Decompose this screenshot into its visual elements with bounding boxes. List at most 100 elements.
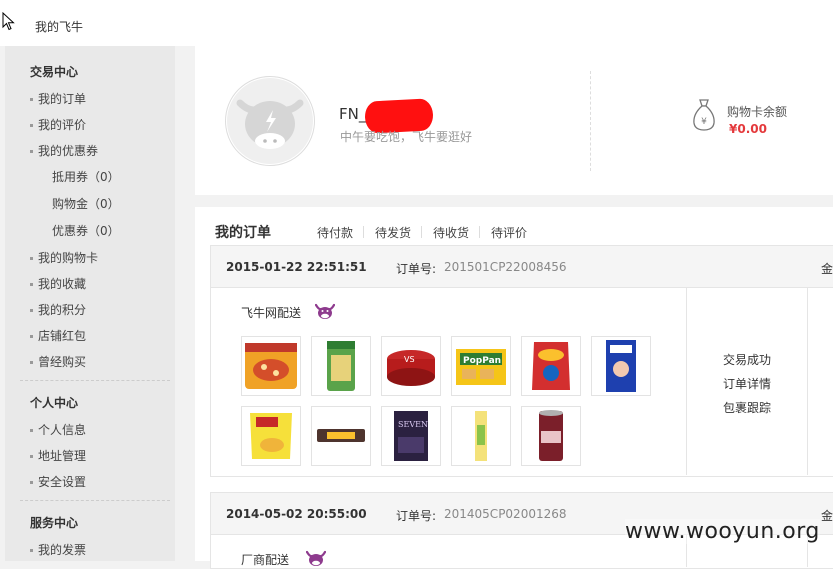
food-package-image: [606, 340, 636, 392]
chocolate-bar-image: [317, 429, 365, 442]
top-bar: 我的飞牛: [0, 0, 833, 46]
svg-text:PopPan: PopPan: [463, 356, 501, 366]
tab-pending-payment[interactable]: 待付款: [317, 224, 353, 241]
sidebar-item-store-redpacket[interactable]: 店铺红包: [30, 327, 86, 344]
svg-text:VS: VS: [404, 355, 415, 364]
ice-pop-image: [475, 411, 487, 461]
profile-divider: [590, 71, 591, 171]
bullet-icon: [30, 335, 33, 338]
product-thumbnail[interactable]: [311, 336, 371, 396]
sidebar-item-security[interactable]: 安全设置: [30, 473, 86, 490]
sidebar-item-favorites[interactable]: 我的收藏: [30, 275, 86, 292]
product-thumbnail[interactable]: PopPan: [451, 336, 511, 396]
sidebar-item-my-coupons[interactable]: 我的优惠券: [30, 142, 98, 159]
tab-pending-receipt[interactable]: 待收货: [433, 224, 469, 241]
sidebar-item-my-reviews[interactable]: 我的评价: [30, 116, 86, 133]
bullet-icon: [30, 283, 33, 286]
product-thumbnail[interactable]: SEVEN: [381, 406, 441, 466]
watermark: www.wooyun.org: [625, 519, 820, 544]
tab-pending-shipment[interactable]: 待发货: [375, 224, 411, 241]
product-thumbnail[interactable]: [521, 336, 581, 396]
cow-avatar-icon: [227, 78, 313, 164]
order-amount-label: 金: [821, 262, 833, 276]
sidebar-item-shopping-card[interactable]: 我的购物卡: [30, 249, 98, 266]
product-thumbnail[interactable]: [521, 406, 581, 466]
sidebar-item-address[interactable]: 地址管理: [30, 447, 86, 464]
product-thumbnail[interactable]: [311, 406, 371, 466]
orders-title: 我的订单: [215, 225, 271, 241]
sidebar-item-purchased[interactable]: 曾经购买: [30, 353, 86, 370]
order-date: 2015-01-22 22:51:51: [226, 260, 367, 274]
sidebar-item-personal-info[interactable]: 个人信息: [30, 421, 86, 438]
sidebar-divider: [20, 500, 170, 501]
potato-chips-image: [250, 413, 292, 459]
orders-panel: 我的订单 待付款 待发货 待收货 待评价 2015-01-22 22:51:51…: [195, 207, 833, 569]
canned-drink-image: [539, 410, 563, 461]
sidebar-title-personal: 个人中心: [30, 396, 79, 410]
instant-noodles-image: [245, 343, 297, 389]
bullet-icon: [30, 309, 33, 312]
sidebar-item-points[interactable]: 我的积分: [30, 301, 86, 318]
bullet-icon: [30, 361, 33, 364]
tab-divider: [479, 226, 480, 238]
bullet-icon: [30, 257, 33, 260]
bullet-icon: [30, 429, 33, 432]
product-thumbnail[interactable]: [241, 336, 301, 396]
sidebar-title-trade: 交易中心: [30, 65, 79, 79]
mouse-cursor-icon: [2, 12, 15, 31]
tab-pending-review[interactable]: 待评价: [491, 224, 527, 241]
sidebar-item-my-orders[interactable]: 我的订单: [30, 90, 86, 107]
user-motto: 中午要吃饱，飞牛要逛好: [340, 130, 473, 144]
column-divider: [807, 287, 808, 475]
dark-chocolate-image: SEVEN: [394, 411, 428, 461]
sidebar-title-service: 服务中心: [30, 516, 79, 530]
package-tracking-link[interactable]: 包裹跟踪: [723, 399, 771, 416]
order-detail-link[interactable]: 订单详情: [723, 375, 771, 392]
cow-logo-icon: [315, 303, 335, 319]
order-number: 201405CP02001268: [444, 507, 567, 521]
breadcrumb[interactable]: 我的飞牛: [35, 18, 83, 35]
order-number-label: 订单号:: [396, 262, 437, 276]
bullet-icon: [30, 455, 33, 458]
shopping-card-balance-value: ¥0.00: [729, 122, 767, 136]
chips-bag-image: [532, 342, 570, 390]
svg-text:¥: ¥: [701, 117, 707, 127]
svg-text:SEVEN: SEVEN: [398, 420, 428, 429]
product-thumbnail[interactable]: [451, 406, 511, 466]
sidebar-subitem-shopping-gold[interactable]: 购物金（0）: [52, 195, 120, 212]
tab-divider: [363, 226, 364, 238]
order-number-label: 订单号:: [396, 509, 437, 523]
shipping-method: 飞牛网配送: [241, 306, 302, 320]
shopping-card-balance-label: 购物卡余额: [727, 105, 788, 119]
bullet-icon: [30, 150, 33, 153]
order-header: 2015-01-22 22:51:51 订单号: 201501CP2200845…: [211, 246, 833, 288]
cracker-box-image: PopPan: [456, 349, 506, 385]
bullet-icon: [30, 549, 33, 552]
mooncake-box-image: VS: [387, 350, 435, 386]
sidebar-subitem-coupon[interactable]: 优惠券（0）: [52, 222, 120, 239]
order-date: 2014-05-02 20:55:00: [226, 507, 367, 521]
product-thumbnail[interactable]: [241, 406, 301, 466]
product-thumbnail[interactable]: [591, 336, 651, 396]
sidebar-divider: [20, 380, 170, 381]
cow-logo-icon: [306, 550, 326, 566]
product-thumbnail[interactable]: VS: [381, 336, 441, 396]
order-status: 交易成功: [723, 353, 772, 367]
money-bag-icon: ¥: [693, 99, 715, 131]
shipping-method: 厂商配送: [241, 553, 290, 567]
avatar[interactable]: [225, 76, 315, 166]
order-card: 2015-01-22 22:51:51 订单号: 201501CP2200845…: [210, 245, 833, 477]
tab-divider: [421, 226, 422, 238]
bullet-icon: [30, 124, 33, 127]
order-amount-label: 金: [821, 509, 833, 523]
profile-panel: FN_ 中午要吃饱，飞牛要逛好 ¥ 购物卡余额 ¥0.00: [195, 46, 833, 195]
sidebar-subitem-voucher[interactable]: 抵用券（0）: [52, 168, 120, 185]
bullet-icon: [30, 98, 33, 101]
pickled-snack-image: [327, 341, 355, 391]
sidebar: 交易中心 我的订单 我的评价 我的优惠券 抵用券（0） 购物金（0） 优惠券（0…: [5, 46, 175, 561]
sidebar-item-invoice[interactable]: 我的发票: [30, 541, 86, 558]
order-number: 201501CP22008456: [444, 260, 567, 274]
column-divider: [686, 287, 687, 475]
username: FN_: [339, 105, 367, 123]
bullet-icon: [30, 481, 33, 484]
